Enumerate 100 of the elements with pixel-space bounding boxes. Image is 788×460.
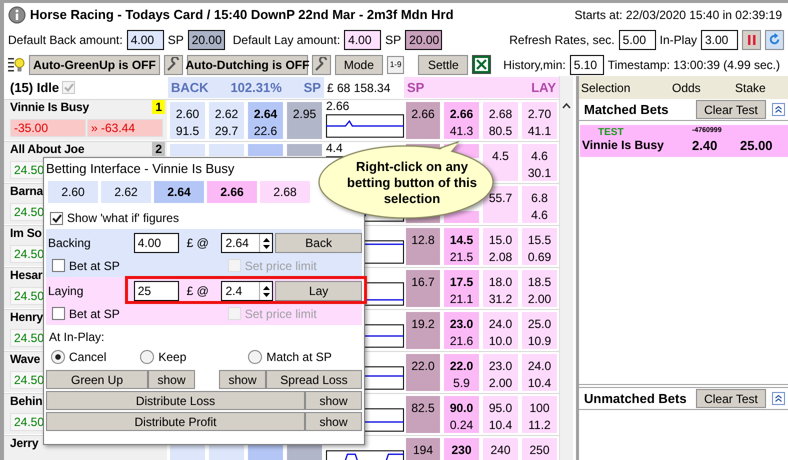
odds-format-button[interactable]: 1-9	[386, 56, 404, 74]
lay-price-button[interactable]: 55.7	[482, 185, 519, 224]
show-button[interactable]: show	[148, 370, 195, 389]
price-button[interactable]: 2.62	[101, 181, 151, 203]
lay-price-button[interactable]: 24.0 10.0	[482, 311, 519, 350]
collapse-icon[interactable]	[772, 103, 785, 116]
lay-price-button[interactable]: 100 11.2	[521, 395, 558, 434]
lay-price-button[interactable]: 90.0 0.24	[443, 395, 480, 434]
field-label: Refresh Rates, sec.	[509, 32, 615, 46]
radio-button[interactable]	[140, 350, 154, 364]
price-button[interactable]: 2.66	[207, 181, 257, 203]
column-header: SP	[304, 80, 321, 95]
field-label: Default Lay amount:	[232, 32, 340, 46]
show-button[interactable]: show	[305, 412, 362, 431]
radio-label: Match at SP	[266, 350, 332, 364]
checkbox[interactable]	[52, 307, 65, 320]
show-button[interactable]: show	[305, 391, 362, 410]
price-button[interactable]: 2.64	[154, 181, 204, 203]
settle-button[interactable]: Settle	[418, 54, 468, 74]
sp-lay-button[interactable]: 2.66	[405, 101, 441, 140]
checkbox[interactable]	[52, 259, 65, 272]
mode-button[interactable]: Mode	[334, 54, 383, 74]
scrollbar[interactable]	[559, 76, 573, 460]
auto-dutching-button[interactable]: Auto-Dutching is OFF	[186, 54, 308, 74]
lay-price-button[interactable]: 23.0 21.6	[443, 311, 480, 350]
lay-price-button[interactable]: 240	[482, 437, 519, 460]
back-price-button[interactable]: 2.64 22.6	[247, 101, 284, 140]
bet-tag: TEST	[582, 127, 692, 138]
lay-price-button[interactable]: 4.5	[482, 143, 519, 182]
sp-lay-button[interactable]: 194	[405, 437, 441, 460]
runner-name: Im So	[10, 226, 42, 240]
book-percentage: 102.31%	[230, 80, 282, 95]
place-bet-button[interactable]: Back	[275, 233, 362, 253]
lay-price-button[interactable]: 18.5 2.00	[521, 269, 558, 308]
lay-price-button[interactable]: 23.0 2.00	[482, 353, 519, 392]
sp-lay-button[interactable]: 82.5	[405, 395, 441, 434]
pause-button[interactable]	[742, 30, 761, 50]
lay-price-button[interactable]: 18.0 31.2	[482, 269, 519, 308]
section-title: Matched Bets	[584, 102, 669, 117]
stake-field[interactable]: 4.00	[134, 233, 179, 253]
clear-test-button[interactable]: Clear Test	[696, 100, 766, 119]
wrench-icon[interactable]	[312, 54, 331, 74]
lay-price-button[interactable]: 17.5 21.1	[443, 269, 480, 308]
radio-button[interactable]	[51, 350, 65, 364]
lay-price-button[interactable]: 14.5 21.5	[443, 227, 480, 266]
lay-price-button[interactable]: 24.0 10.4	[521, 353, 558, 392]
history-field[interactable]: 5.10	[570, 54, 604, 74]
lay-price-button[interactable]: 15.0 2.08	[482, 227, 519, 266]
caret-up-icon[interactable]	[262, 286, 270, 290]
caret-down-icon[interactable]	[262, 244, 270, 248]
lay-price-button[interactable]: 22.0 5.9	[443, 353, 480, 392]
distribute-loss-button[interactable]: Distribute Loss	[46, 391, 305, 410]
checkbox[interactable]	[50, 212, 63, 224]
lay-price-button[interactable]: 4.6 30.1	[521, 143, 558, 182]
lay-price-button[interactable]: 230	[443, 437, 480, 460]
back-price-button[interactable]: 2.62 29.7	[208, 101, 245, 140]
refresh-button[interactable]	[765, 30, 784, 50]
last-price: 4.4	[326, 142, 344, 154]
lay-sp-field[interactable]: 20.00	[405, 30, 442, 50]
checkbox-label: Set price limit	[244, 306, 317, 320]
price-button[interactable]: 2.60	[48, 181, 98, 203]
lay-price-button[interactable]: 15.5 0.69	[521, 227, 558, 266]
odds-spin-field[interactable]: 2.64	[221, 233, 274, 253]
sp-lay-button[interactable]: 19.2	[405, 311, 441, 350]
sp-lay-button[interactable]: 16.7	[405, 269, 441, 308]
stake-field[interactable]: 25	[134, 281, 179, 301]
wrench-icon[interactable]	[164, 54, 183, 74]
runner-name: Vinnie Is Busy	[10, 100, 90, 114]
spread-loss-button[interactable]: Spread Loss	[266, 370, 362, 389]
place-bet-button[interactable]: Lay	[275, 281, 362, 301]
price-button[interactable]: 2.68	[260, 181, 310, 203]
runner-name: Behin	[10, 394, 42, 408]
caret-up-icon[interactable]	[262, 238, 270, 242]
lay-price-button[interactable]: 25.0 10.9	[521, 311, 558, 350]
back-sp-field[interactable]: 20.00	[188, 30, 225, 50]
radio-button[interactable]	[248, 350, 262, 364]
spreadsheet-icon[interactable]	[472, 55, 492, 74]
sp-lay-button[interactable]: 22.0	[405, 353, 441, 392]
clear-test-button[interactable]: Clear Test	[696, 389, 766, 408]
lay-price-button[interactable]: 6.8 4.6	[521, 185, 558, 224]
sp-lay-button[interactable]: 12.8	[405, 227, 441, 266]
refresh-rate-field[interactable]: 5.00	[618, 30, 656, 50]
lay-price-button[interactable]: 2.70 41.1	[521, 101, 558, 140]
lay-price-button[interactable]: 250	[521, 437, 558, 460]
back-amount-field[interactable]: 4.00	[126, 30, 164, 50]
distribute-profit-button[interactable]: Distribute Profit	[46, 412, 305, 431]
lay-price-button[interactable]: 2.66 41.3	[443, 101, 480, 140]
sp-back-button[interactable]: 2.95	[286, 101, 323, 140]
caret-down-icon[interactable]	[262, 292, 270, 296]
hedge-button[interactable]: Green Up	[46, 370, 148, 389]
odds-spin-field[interactable]: 2.4	[221, 281, 274, 301]
auto-greenup-button[interactable]: Auto-GreenUp is OFF	[28, 54, 160, 74]
collapse-icon[interactable]	[772, 392, 785, 405]
window-title: Horse Racing - Todays Card / 15:40 DownP 22nd Mar - 2m3f Mdn Hrd	[30, 7, 454, 22]
inplay-rate-field[interactable]: 3.00	[701, 30, 738, 50]
back-price-button[interactable]: 2.60 91.5	[169, 101, 206, 140]
lay-price-button[interactable]: 2.68 80.5	[482, 101, 519, 140]
show-button[interactable]: show	[219, 370, 266, 389]
lay-price-button[interactable]: 95.0 10.4	[482, 395, 519, 434]
lay-amount-field[interactable]: 4.00	[344, 30, 382, 50]
